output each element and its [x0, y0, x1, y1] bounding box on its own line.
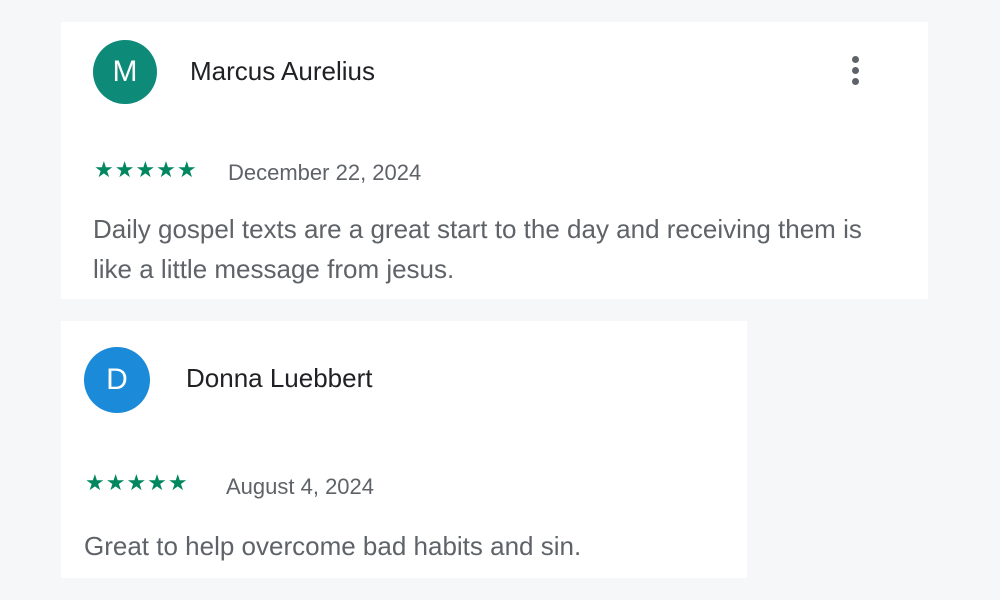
avatar: M [93, 40, 157, 104]
review-date: August 4, 2024 [226, 474, 375, 499]
reviewer-name: Marcus Aurelius [190, 56, 375, 86]
review-card: M Marcus Aurelius ★★★★★ December 22, 202… [61, 22, 928, 299]
more-vert-icon[interactable] [845, 56, 865, 92]
review-card: D Donna Luebbert ★★★★★ August 4, 2024 Gr… [61, 321, 747, 578]
star-rating: ★★★★★ [94, 157, 198, 182]
review-date: December 22, 2024 [228, 160, 422, 185]
review-text: Daily gospel texts are a great start to … [93, 214, 862, 284]
star-rating: ★★★★★ [85, 470, 189, 495]
reviewer-name: Donna Luebbert [186, 363, 373, 393]
avatar: D [84, 347, 150, 413]
review-text: Great to help overcome bad habits and si… [84, 531, 582, 561]
